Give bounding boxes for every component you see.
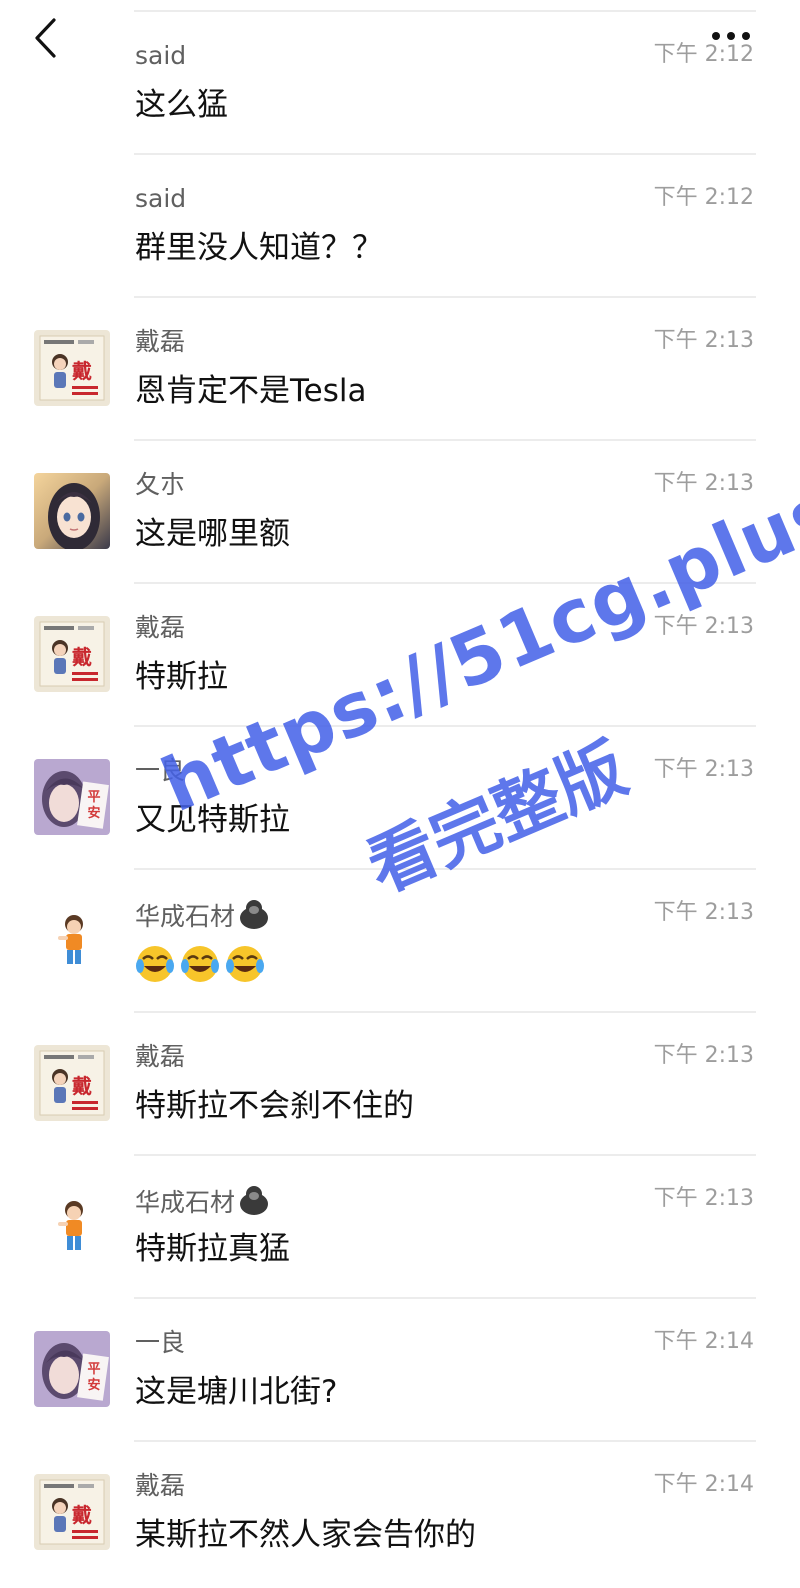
message-sender: 华成石材 bbox=[135, 898, 271, 933]
message-item[interactable]: said 下午 2:12 群里没人知道？？ bbox=[0, 155, 800, 298]
message-time: 下午 2:13 bbox=[653, 757, 754, 782]
message-text: 特斯拉真猛 bbox=[135, 1231, 290, 1267]
message-item[interactable]: 夂朩 下午 2:13 这是哪里额 bbox=[0, 441, 800, 584]
message-item[interactable]: said 下午 2:12 这么猛 bbox=[0, 12, 800, 155]
svg-text:安: 安 bbox=[87, 1377, 100, 1393]
message-item[interactable]: 平 安 一良 下午 2:14 这是塘川北街? bbox=[0, 1299, 800, 1442]
svg-text:戴: 戴 bbox=[72, 1074, 92, 1098]
message-sender: 戴磊 bbox=[135, 613, 186, 642]
anime-girl-avatar[interactable] bbox=[34, 473, 110, 549]
message-text: 恩肯定不是Tesla bbox=[135, 373, 367, 409]
svg-text:戴: 戴 bbox=[72, 359, 92, 383]
message-sender: 戴磊 bbox=[135, 1471, 186, 1500]
message-sender: 华成石材 bbox=[135, 1184, 271, 1219]
face-with-tears-of-joy-icon bbox=[181, 946, 219, 982]
face-with-tears-of-joy-icon bbox=[136, 946, 174, 982]
message-time: 下午 2:13 bbox=[653, 614, 754, 639]
message-time: 下午 2:14 bbox=[653, 1472, 754, 1497]
svg-text:戴: 戴 bbox=[72, 1503, 92, 1527]
message-time: 下午 2:13 bbox=[653, 900, 754, 925]
message-item[interactable]: 戴 戴磊 下午 2:13 特斯拉 bbox=[0, 584, 800, 727]
dai-lei-avatar[interactable]: 戴 bbox=[34, 1045, 110, 1121]
message-sender: said bbox=[135, 41, 187, 70]
message-item[interactable]: 平 安 一良 下午 2:13 又见特斯拉 bbox=[0, 727, 800, 870]
message-text: 这是哪里额 bbox=[135, 516, 290, 552]
message-time: 下午 2:12 bbox=[653, 185, 754, 210]
message-item[interactable]: 戴 戴磊 下午 2:13 特斯拉不会刹不住的 bbox=[0, 1013, 800, 1156]
dai-lei-avatar[interactable]: 戴 bbox=[34, 1474, 110, 1550]
message-item[interactable]: 戴 戴磊 下午 2:14 某斯拉不然人家会告你的 bbox=[0, 1442, 800, 1585]
message-item[interactable]: 华成石材 下午 2:13 特斯拉真猛 bbox=[0, 1156, 800, 1299]
message-emoji-row bbox=[135, 942, 265, 984]
message-sender: 戴磊 bbox=[135, 1042, 186, 1071]
message-text: 又见特斯拉 bbox=[135, 802, 290, 838]
message-item[interactable]: 华成石材 下午 2:13 bbox=[0, 870, 800, 1013]
gorilla-emoji-icon bbox=[240, 1186, 269, 1215]
message-time: 下午 2:14 bbox=[653, 1329, 754, 1354]
dai-lei-avatar[interactable]: 戴 bbox=[34, 330, 110, 406]
message-time: 下午 2:13 bbox=[653, 328, 754, 353]
yi-liang-avatar[interactable]: 平 安 bbox=[34, 759, 110, 835]
gorilla-emoji-icon bbox=[240, 900, 269, 929]
face-with-tears-of-joy-icon bbox=[226, 946, 264, 982]
svg-text:安: 安 bbox=[87, 805, 100, 821]
message-sender: 夂朩 bbox=[135, 470, 186, 499]
message-text: 某斯拉不然人家会告你的 bbox=[135, 1517, 476, 1553]
message-sender: 一良 bbox=[135, 1328, 186, 1357]
svg-text:平: 平 bbox=[87, 790, 100, 805]
message-item[interactable]: 戴 戴磊 下午 2:13 恩肯定不是Tesla bbox=[0, 298, 800, 441]
message-sender: 一良 bbox=[135, 756, 186, 785]
message-text: 特斯拉 bbox=[135, 659, 228, 695]
cartoon-boy-avatar[interactable] bbox=[34, 1188, 110, 1264]
svg-text:戴: 戴 bbox=[72, 645, 92, 669]
message-time: 下午 2:13 bbox=[653, 471, 754, 496]
message-sender: 戴磊 bbox=[135, 327, 186, 356]
message-sender: said bbox=[135, 184, 187, 213]
message-text: 这么猛 bbox=[135, 87, 228, 123]
message-time: 下午 2:13 bbox=[653, 1186, 754, 1211]
message-text: 特斯拉不会刹不住的 bbox=[135, 1088, 414, 1124]
message-time: 下午 2:13 bbox=[653, 1043, 754, 1068]
message-text: 这是塘川北街? bbox=[135, 1374, 338, 1410]
cartoon-boy-avatar[interactable] bbox=[34, 902, 110, 978]
message-time: 下午 2:12 bbox=[653, 42, 754, 67]
svg-text:平: 平 bbox=[87, 1362, 100, 1377]
message-text: 群里没人知道？？ bbox=[135, 230, 383, 266]
yi-liang-avatar[interactable]: 平 安 bbox=[34, 1331, 110, 1407]
dai-lei-avatar[interactable]: 戴 bbox=[34, 616, 110, 692]
